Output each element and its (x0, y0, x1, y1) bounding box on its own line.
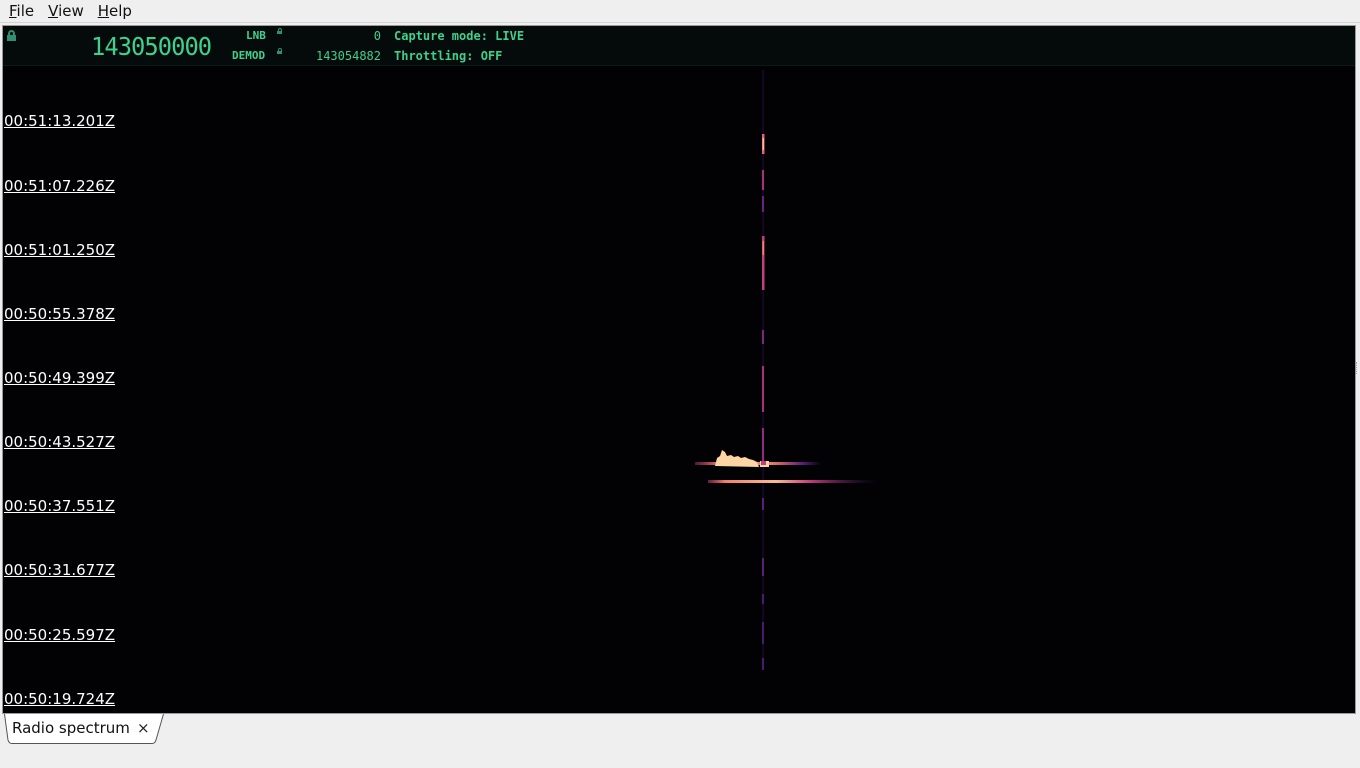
timestamp-label[interactable]: 00:51:01.250Z (4, 241, 115, 259)
throttling-status: Throttling: OFF (394, 49, 503, 63)
timestamp-label[interactable]: 00:50:49.399Z (4, 369, 115, 387)
timestamp-label[interactable]: 00:50:37.551Z (4, 497, 115, 515)
demod-frequency-value[interactable]: 143054882 (303, 49, 381, 63)
tuner-header: 143050000 LNB 0 DEMOD 143054882 Capture … (3, 26, 1355, 66)
lnb-label: LNB (246, 29, 266, 42)
menu-bar: File View Help (0, 0, 1360, 23)
waterfall-canvas (695, 70, 878, 670)
demod-lock-icon[interactable] (277, 48, 282, 54)
spectrum-panel: 143050000 LNB 0 DEMOD 143054882 Capture … (2, 25, 1356, 714)
capture-mode-status: Capture mode: LIVE (394, 29, 525, 43)
timestamp-label[interactable]: 00:50:55.378Z (4, 305, 115, 323)
timestamp-label[interactable]: 00:51:07.226Z (4, 177, 115, 195)
demod-label: DEMOD (232, 49, 266, 62)
timestamp-label[interactable]: 00:50:19.724Z (4, 690, 115, 708)
lnb-frequency-value[interactable]: 0 (303, 29, 381, 43)
frequency-lock-icon[interactable] (7, 30, 16, 41)
timestamp-label[interactable]: 00:51:13.201Z (4, 112, 115, 130)
menu-view[interactable]: View (41, 0, 91, 22)
menu-help[interactable]: Help (91, 0, 139, 22)
timestamp-label[interactable]: 00:50:31.677Z (4, 561, 115, 579)
close-icon[interactable]: × (137, 719, 150, 737)
waterfall-display[interactable]: 00:51:13.201Z 00:51:07.226Z 00:51:01.250… (3, 66, 1355, 713)
lnb-lock-icon[interactable] (277, 28, 282, 34)
tab-label: Radio spectrum (12, 719, 130, 737)
timestamp-label[interactable]: 00:50:43.527Z (4, 433, 115, 451)
panel-resize-handle[interactable] (1356, 362, 1360, 374)
timestamp-label[interactable]: 00:50:25.597Z (4, 626, 115, 644)
main-frequency-display[interactable]: 143050000 (91, 32, 212, 61)
menu-file[interactable]: File (2, 0, 41, 22)
tab-radio-spectrum[interactable]: Radio spectrum × (4, 714, 164, 744)
tab-bar: Radio spectrum × (0, 714, 1360, 768)
